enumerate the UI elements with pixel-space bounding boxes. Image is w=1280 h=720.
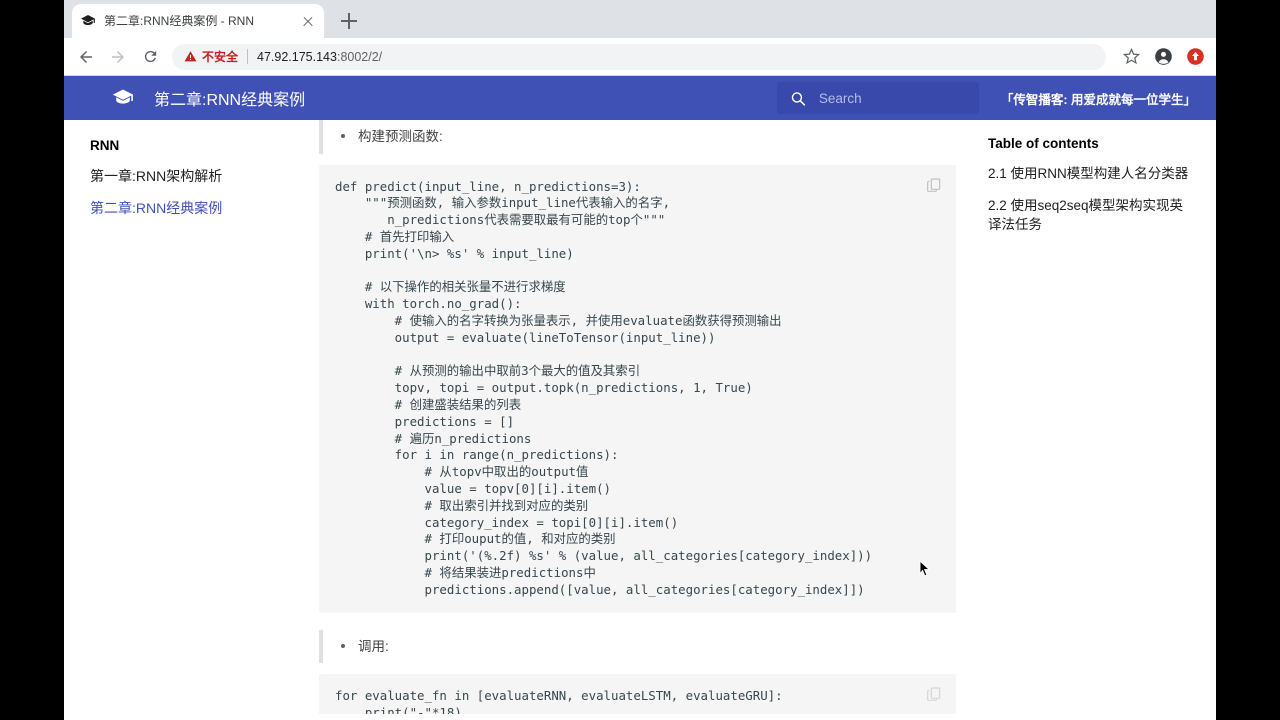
- table-of-contents: Table of contents 2.1 使用RNN模型构建人名分类器 2.2…: [976, 120, 1216, 714]
- toc-item-2-1[interactable]: 2.1 使用RNN模型构建人名分类器: [988, 164, 1196, 184]
- graduation-cap-icon[interactable]: [110, 85, 136, 111]
- arrow-left-icon[interactable]: [72, 43, 100, 71]
- page-body: RNN 第一章:RNN架构解析 第二章:RNN经典案例 构建预测函数: def …: [64, 120, 1216, 714]
- bullet-label-build-predict: 构建预测函数:: [341, 120, 956, 154]
- site-title: 第二章:RNN经典案例: [154, 92, 306, 109]
- copy-icon[interactable]: [926, 177, 944, 195]
- url-host: 47.92.175.143: [257, 49, 337, 64]
- sidebar-nav: RNN 第一章:RNN架构解析 第二章:RNN经典案例: [64, 120, 319, 714]
- code-block-predict: def predict(input_line, n_predictions=3)…: [319, 164, 956, 613]
- section-build-predict: 构建预测函数:: [319, 120, 956, 154]
- browser-toolbar: 不安全 47.92.175.143:8002/2/: [64, 38, 1216, 76]
- browser-tab-title: 第二章:RNN经典案例 - RNN: [104, 15, 254, 27]
- new-tab-button[interactable]: [336, 8, 362, 34]
- browser-window: 第二章:RNN经典案例 - RNN 不安全 47.92.175.143:8002…: [64, 0, 1216, 720]
- star-icon[interactable]: [1118, 44, 1144, 70]
- reload-icon[interactable]: [136, 43, 164, 71]
- site-header: 第二章:RNN经典案例 Search 「传智播客: 用爱成就每一位学生」: [64, 76, 1216, 120]
- toc-item-2-2[interactable]: 2.2 使用seq2seq模型架构实现英译法任务: [988, 196, 1196, 235]
- toc-heading: Table of contents: [988, 136, 1099, 151]
- code-text-predict: def predict(input_line, n_predictions=3)…: [335, 178, 873, 597]
- warning-triangle-icon: [184, 51, 197, 62]
- url-text: 47.92.175.143:8002/2/: [257, 50, 382, 64]
- search-input[interactable]: Search: [776, 82, 979, 114]
- search-placeholder: Search: [818, 90, 862, 106]
- browser-tab[interactable]: 第二章:RNN经典案例 - RNN: [72, 4, 324, 38]
- sidebar-item-chapter2[interactable]: 第二章:RNN经典案例: [90, 199, 319, 217]
- section-rule: [319, 120, 323, 154]
- sidebar-heading: RNN: [90, 138, 120, 153]
- url-path: :8002/2/: [336, 49, 383, 64]
- search-icon: [791, 91, 806, 106]
- account-circle-icon[interactable]: [1150, 44, 1176, 70]
- bullet-text: 调用:: [358, 638, 389, 654]
- header-slogan: 「传智播客: 用爱成就每一位学生」: [1000, 92, 1196, 107]
- copy-icon[interactable]: [926, 686, 944, 704]
- address-bar[interactable]: 不安全 47.92.175.143:8002/2/: [172, 43, 1106, 70]
- section-invoke: 调用:: [319, 629, 956, 664]
- section-rule: [319, 629, 323, 664]
- bullet-dot-icon: [341, 134, 345, 138]
- bullet-dot-icon: [341, 643, 345, 648]
- graduation-cap-icon: [80, 13, 96, 29]
- code-text-invoke: for evaluate_fn in [evaluateRNN, evaluat…: [335, 688, 783, 714]
- omnibox-divider: [247, 49, 249, 64]
- security-warning-text: 不安全: [202, 50, 239, 64]
- close-icon[interactable]: [300, 13, 316, 29]
- update-badge-icon[interactable]: [1182, 44, 1208, 70]
- browser-tabstrip: 第二章:RNN经典案例 - RNN: [64, 0, 1216, 38]
- bullet-text: 构建预测函数:: [358, 129, 443, 144]
- main-content: 构建预测函数: def predict(input_line, n_predic…: [319, 120, 976, 714]
- bullet-label-invoke: 调用:: [341, 630, 956, 664]
- arrow-right-icon[interactable]: [104, 43, 132, 71]
- sidebar-item-chapter1[interactable]: 第一章:RNN架构解析: [90, 167, 319, 185]
- code-block-invoke: for evaluate_fn in [evaluateRNN, evaluat…: [319, 674, 956, 714]
